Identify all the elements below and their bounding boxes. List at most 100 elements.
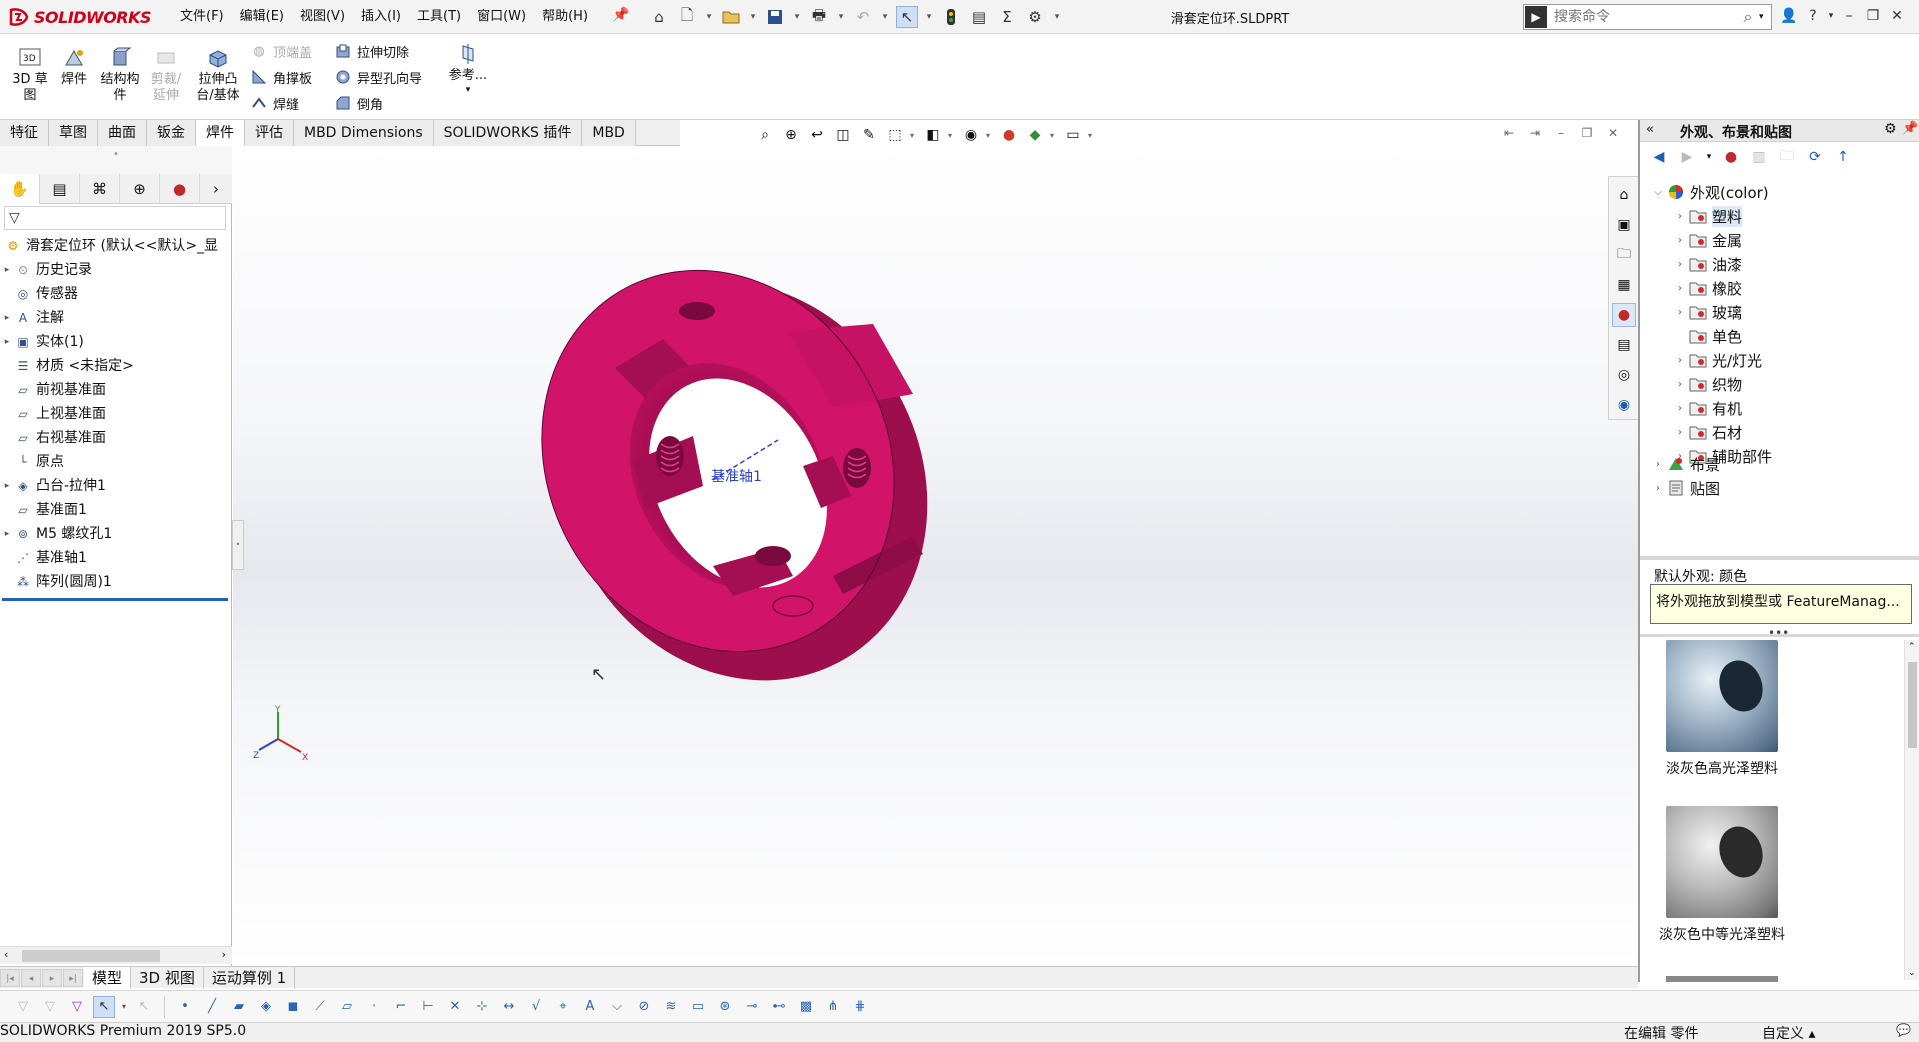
property-manager-tab-icon[interactable]: ▤	[40, 174, 80, 204]
history-dropdown-icon[interactable]: ▾	[1704, 146, 1714, 168]
new-document-icon[interactable]: 🗋	[676, 6, 698, 28]
minimize-icon[interactable]: –	[1838, 4, 1860, 28]
scroll-down-icon[interactable]: ⌄	[1908, 968, 1916, 978]
weld-bead-button[interactable]: 焊缝	[250, 92, 299, 114]
appearance-folder[interactable]: › 橡胶	[1672, 276, 1742, 300]
expand-icon[interactable]: ›	[1672, 403, 1688, 414]
expand-icon[interactable]: ›	[1672, 283, 1688, 294]
toggle-filter-icon[interactable]: ▽	[12, 996, 34, 1018]
filter-edges-icon[interactable]: ╱	[201, 996, 223, 1018]
pin-menu-icon[interactable]: 📌	[612, 7, 629, 23]
unit-system-button[interactable]: 自定义 ▴	[1762, 1023, 1815, 1042]
viewport-minimize-icon[interactable]: –	[1552, 124, 1570, 142]
section-view-icon[interactable]: ◫	[832, 124, 854, 146]
search-dropdown-icon[interactable]: ▾	[1759, 12, 1771, 22]
feature-manager-tab-icon[interactable]: ✋	[0, 174, 40, 204]
appearance-folder[interactable]: › 塑料	[1672, 204, 1743, 228]
solidworks-logo[interactable]: SOLIDWORKS	[8, 4, 156, 30]
help-icon[interactable]: ?	[1802, 4, 1824, 28]
tree-item[interactable]: ▸ A 注解	[0, 306, 232, 330]
filter-sketch-segments-icon[interactable]: ⌐	[390, 996, 412, 1018]
open-dropdown-icon[interactable]: ▾	[748, 6, 758, 28]
select-dropdown-icon[interactable]: ▾	[924, 6, 934, 28]
open-folder-icon[interactable]	[720, 6, 742, 28]
structural-member-button[interactable]: 结构构件	[98, 46, 142, 104]
menu-tools[interactable]: 工具(T)	[409, 8, 469, 26]
search-icon[interactable]: ⌕	[1737, 7, 1759, 27]
hide-show-items-icon[interactable]: ◉	[960, 124, 982, 146]
tree-item[interactable]: ⁂ 阵列(圆周)1	[0, 570, 232, 594]
expand-icon[interactable]: ›	[1672, 259, 1688, 270]
tab-sketch[interactable]: 草图	[49, 120, 98, 146]
search-input[interactable]	[1548, 9, 1737, 25]
tab-3d-view[interactable]: 3D 视图	[131, 966, 204, 989]
part-model-view[interactable]	[233, 146, 1638, 966]
filter-mesh-faces-icon[interactable]: ▩	[795, 996, 817, 1018]
tree-item[interactable]: ▱ 前视基准面	[0, 378, 232, 402]
restore-icon[interactable]: ❐	[1862, 4, 1884, 28]
options-gear-icon[interactable]: ⚙	[1024, 6, 1046, 28]
close-icon[interactable]: ✕	[1886, 4, 1908, 28]
menu-help[interactable]: 帮助(H)	[534, 8, 596, 26]
reference-dropdown-icon[interactable]: ▾	[466, 84, 471, 96]
expand-icon[interactable]: ▸	[0, 522, 14, 546]
filter-datum-targets-icon[interactable]: ⊘	[633, 996, 655, 1018]
undo-dropdown-icon[interactable]: ▾	[880, 6, 890, 28]
tree-item[interactable]: ▸ ⊚ M5 螺纹孔1	[0, 522, 232, 546]
expand-icon[interactable]: ›	[1672, 427, 1688, 438]
undo-icon[interactable]: ↶	[852, 6, 874, 28]
appearance-folder[interactable]: › 有机	[1672, 396, 1742, 420]
print-icon[interactable]: 🖶	[808, 6, 830, 28]
user-icon[interactable]: 👤	[1778, 4, 1800, 28]
hide-show-dropdown-icon[interactable]: ▾	[986, 131, 994, 140]
filter-planes-icon[interactable]: ▱	[336, 996, 358, 1018]
back-icon[interactable]: ◀	[1648, 146, 1670, 168]
file-properties-icon[interactable]: ▤	[968, 6, 990, 28]
expand-icon[interactable]: ›	[1672, 211, 1688, 222]
help-dropdown-icon[interactable]: ▾	[1826, 4, 1836, 28]
first-tab-icon[interactable]: |◂	[0, 968, 20, 987]
save-icon[interactable]	[764, 6, 786, 28]
filter-midpoints-icon[interactable]: ⊢	[417, 996, 439, 1018]
viewport-close-icon[interactable]: ✕	[1604, 124, 1622, 142]
display-style-dropdown-icon[interactable]: ▾	[948, 131, 956, 140]
rebuild-icon[interactable]	[940, 6, 962, 28]
search-command-box[interactable]: ▶ ⌕ ▾	[1523, 4, 1772, 30]
view-palette-icon[interactable]: ▦	[1612, 273, 1636, 297]
weldment-button[interactable]: 焊件	[52, 46, 96, 88]
menu-insert[interactable]: 插入(I)	[353, 8, 409, 26]
zoom-to-area-icon[interactable]: ⊕	[780, 124, 802, 146]
more-tabs-icon[interactable]: ›	[200, 174, 232, 204]
view-orientation-dropdown-icon[interactable]: ▾	[910, 131, 918, 140]
display-manager-tab-icon[interactable]: ●	[160, 174, 200, 204]
cut-extrude-button[interactable]: 拉伸切除	[334, 40, 409, 62]
appearance-folder[interactable]: › 玻璃	[1672, 300, 1742, 324]
status-message-icon[interactable]: 💬	[1896, 1023, 1911, 1037]
tab-mbd-dimensions[interactable]: MBD Dimensions	[294, 120, 434, 146]
view-settings-dropdown-icon[interactable]: ▾	[1088, 131, 1096, 140]
tree-filter-field[interactable]: ▽	[4, 206, 226, 230]
collapse-pane-icon[interactable]: «	[1646, 122, 1654, 137]
expand-icon[interactable]: ▸	[0, 306, 14, 330]
filter-connection-points-icon[interactable]: ⊸	[741, 996, 763, 1018]
expand-icon[interactable]: ›	[1672, 379, 1688, 390]
pane-splitter[interactable]	[1640, 556, 1919, 560]
tree-item[interactable]: ▱ 上视基准面	[0, 402, 232, 426]
expand-icon[interactable]: ›	[1650, 483, 1666, 494]
filter-weld-symbols-icon[interactable]: ⌵	[606, 996, 628, 1018]
edit-appearance-icon[interactable]: ●	[998, 124, 1020, 146]
tree-item[interactable]: ◎ 传感器	[0, 282, 232, 306]
add-file-location-icon[interactable]: ▥	[1748, 146, 1770, 168]
appearance-folder[interactable]: › 石材	[1672, 420, 1742, 444]
view-orientation-icon[interactable]: ⬚	[884, 124, 906, 146]
refresh-icon[interactable]: ⟳	[1804, 146, 1826, 168]
viewport-prev-icon[interactable]: ⇤	[1500, 124, 1518, 142]
filter-notes-icon[interactable]: A	[579, 996, 601, 1018]
solidworks-forum-icon[interactable]: ◎	[1612, 363, 1636, 387]
expand-icon[interactable]: ›	[1650, 459, 1666, 470]
filter-dimensions-icon[interactable]: ↔	[498, 996, 520, 1018]
viewport-next-icon[interactable]: ⇥	[1526, 124, 1544, 142]
panel-splitter[interactable]: •	[232, 520, 244, 570]
appearance-folder[interactable]: › 光/灯光	[1672, 348, 1762, 372]
filter-cosmetic-threads-icon[interactable]: ≋	[660, 996, 682, 1018]
